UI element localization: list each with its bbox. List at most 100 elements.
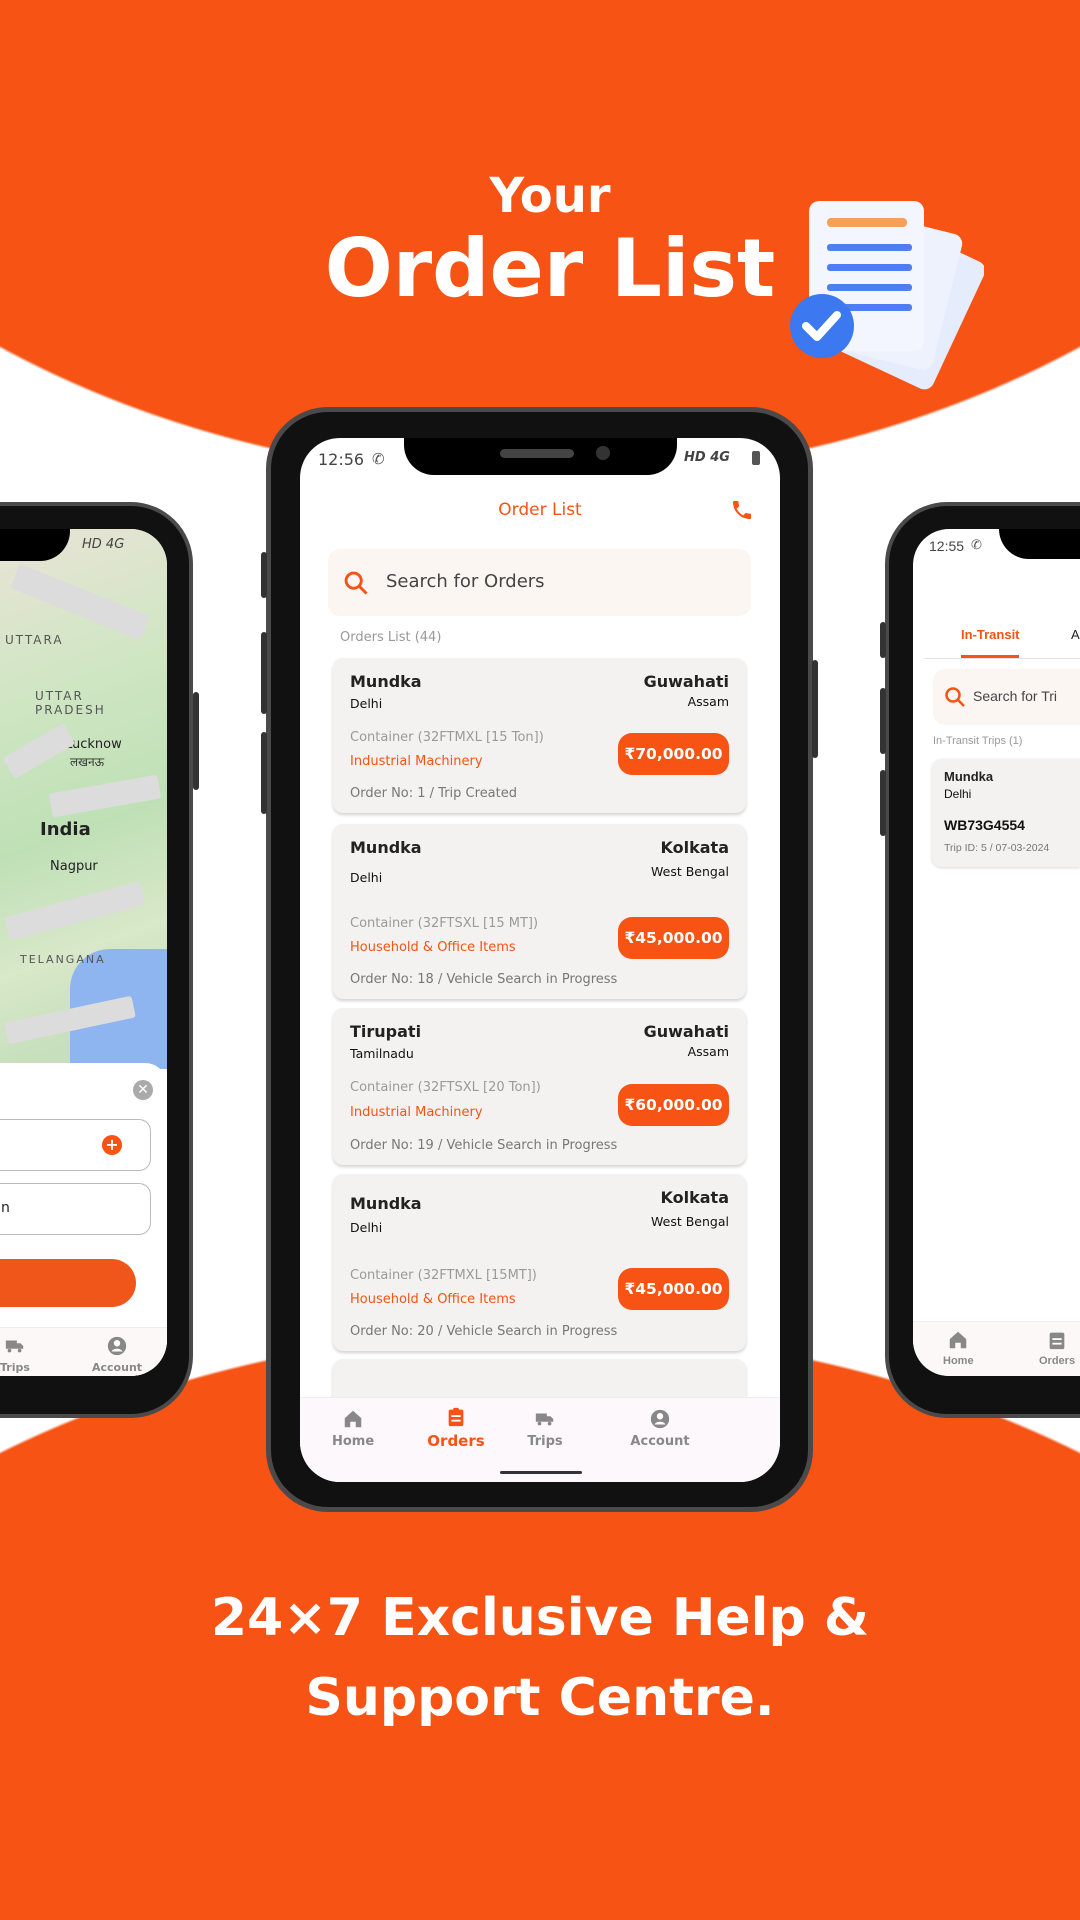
order-price-badge: ₹45,000.00 [618,1268,729,1310]
nav-account[interactable]: Account [600,1408,720,1449]
nav-home[interactable]: Home [332,1408,374,1449]
vehicle-number: WB73G4554 [944,817,1025,833]
phone-icon[interactable] [730,498,754,522]
right-phone-screen: 12:55 ✆ In-Transit A Search for Tri In-T… [913,529,1080,1376]
order-status: Order No: 1 / Trip Created [350,786,518,801]
order-to-state: Assam [687,1044,729,1059]
truck-marker-icon [4,881,146,941]
home-icon [950,1331,967,1349]
location-input[interactable]: + [0,1119,151,1171]
order-vehicle: Container (32FTSXL [15 MT]) [350,916,539,931]
order-category: Household & Office Items [350,1292,516,1307]
home-icon [344,1410,362,1428]
map-label: TELANGANA [20,953,106,966]
order-to: Guwahati [643,672,729,691]
trip-card[interactable]: Mundka Delhi WB73G4554 Trip ID: 5 / 07-0… [932,759,1080,867]
status-time: 12:56 [318,450,365,469]
search-input[interactable]: Search for Orders [328,549,751,616]
order-category: Industrial Machinery [350,754,483,769]
submit-button[interactable] [0,1259,136,1307]
order-to: Guwahati [643,1022,729,1041]
nav-label: Orders [427,1432,485,1450]
order-price-badge: ₹45,000.00 [618,917,729,959]
orders-count-label: Orders List (44) [340,630,442,645]
trip-meta: Trip ID: 5 / 07-03-2024 [944,842,1050,854]
side-button [261,632,267,714]
side-button [880,622,886,658]
battery-icon [752,451,760,465]
bottom-sheet: ✕ + n Trips Account [0,1063,167,1376]
order-status: Order No: 18 / Vehicle Search in Progres… [350,972,618,987]
call-status-icon: ✆ [971,538,982,553]
order-from-state: Delhi [350,870,383,885]
order-card-partial[interactable] [333,1359,746,1399]
order-card[interactable]: Mundka Delhi Kolkata West Bengal Contain… [333,1174,746,1351]
order-from: Mundka [350,672,422,691]
order-vehicle: Container (32FTMXL [15 Ton]) [350,730,544,745]
order-vehicle: Container (32FTMXL [15MT]) [350,1268,537,1283]
left-phone-screen: UTTARA UTTAR PRADESH Lucknow लखनऊ India … [0,529,167,1376]
side-button [261,732,267,814]
status-time: 12:55 [929,538,965,554]
side-button [880,688,886,754]
side-button [880,770,886,836]
nav-orders[interactable]: Orders [1039,1329,1075,1367]
nav-trips[interactable]: Trips [500,1408,590,1449]
page-title: Order List [498,500,582,520]
footer-line2: Support Centre. [305,1668,775,1728]
destination-input[interactable]: n [0,1183,151,1235]
truck-marker-icon [10,563,150,641]
account-icon [107,1336,127,1356]
power-button [193,692,199,790]
side-button [261,552,267,598]
order-from: Tirupati [350,1022,422,1041]
order-category: Industrial Machinery [350,1105,483,1120]
bottom-nav: Home Orders Trips Account [300,1397,780,1482]
map-label: UTTAR PRADESH [35,689,106,717]
nav-label: Trips [0,1361,30,1374]
status-network: HD 4G [82,537,125,552]
order-to-state: Assam [687,694,729,709]
add-icon[interactable]: + [102,1135,122,1155]
truck-marker-icon [48,774,162,818]
hero-title: Order List [324,222,776,315]
account-icon [650,1409,670,1429]
map-view[interactable]: UTTARA UTTAR PRADESH Lucknow लखनऊ India … [0,529,167,1069]
map-label: UTTARA [5,633,64,647]
truck-icon [535,1413,554,1426]
order-to: Kolkata [660,1188,729,1207]
nav-label: Account [92,1361,143,1374]
home-indicator [500,1471,582,1474]
notch [999,529,1080,559]
order-card[interactable]: Mundka Delhi Kolkata West Bengal Contain… [333,824,746,999]
trip-from: Mundka [944,769,994,784]
search-placeholder: Search for Tri [973,688,1058,704]
map-label: लखनऊ [70,755,105,769]
order-price-badge: ₹70,000.00 [618,733,729,775]
tab-in-transit[interactable]: In-Transit [961,627,1020,642]
nav-home[interactable]: Home [943,1329,974,1367]
trip-search-input[interactable]: Search for Tri [933,669,1080,725]
speaker [500,449,574,458]
order-card[interactable]: Tirupati Tamilnadu Guwahati Assam Contai… [333,1008,746,1165]
nav-trips[interactable]: Trips [0,1335,30,1374]
nav-label: Orders [1039,1355,1076,1367]
map-label: India [40,819,91,840]
nav-account[interactable]: Account [92,1335,142,1374]
order-card[interactable]: Mundka Delhi Guwahati Assam Container (3… [333,658,746,813]
notch [404,438,677,475]
clipboard-icon [1049,1332,1065,1350]
search-placeholder: Search for Orders [386,571,545,592]
nav-label: Home [943,1355,974,1367]
order-price-badge: ₹60,000.00 [618,1084,729,1126]
footer-line1: 24×7 Exclusive Help & [210,1588,870,1648]
order-status: Order No: 20 / Vehicle Search in Progres… [350,1324,618,1339]
order-from-state: Tamilnadu [350,1046,414,1061]
order-to-state: West Bengal [651,864,729,879]
order-category: Household & Office Items [350,940,516,955]
hero-line1: Your [489,168,611,224]
tab-other[interactable]: A [1071,627,1080,642]
close-icon[interactable]: ✕ [133,1080,153,1100]
order-vehicle: Container (32FTSXL [20 Ton]) [350,1080,541,1095]
document-checklist-icon [790,201,984,390]
